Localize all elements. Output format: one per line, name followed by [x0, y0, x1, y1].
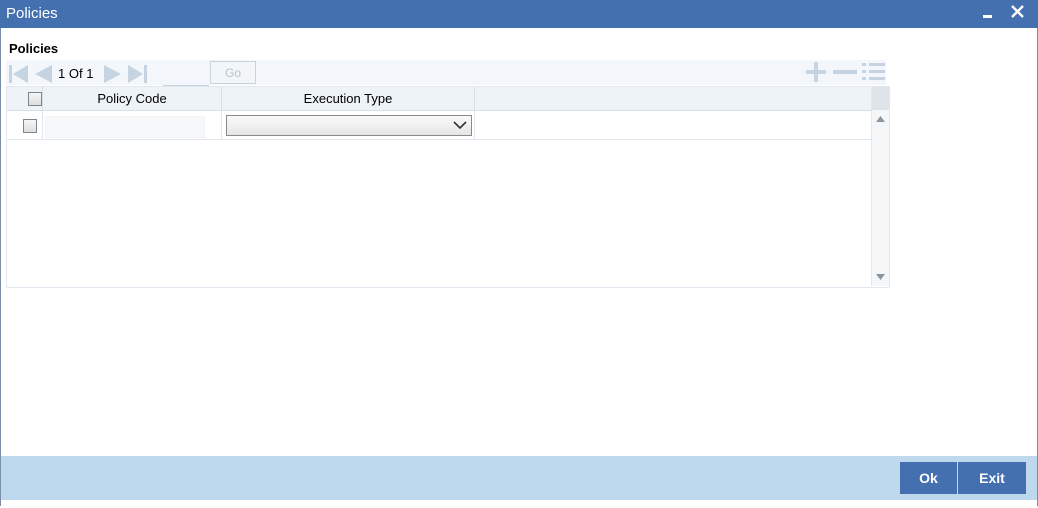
- current-page: 1: [58, 66, 66, 81]
- grid-header: Policy Code Execution Type: [7, 87, 871, 111]
- scroll-up-icon[interactable]: [876, 116, 885, 122]
- execution-type-select[interactable]: [226, 115, 472, 136]
- row-checkbox[interactable]: [23, 119, 37, 133]
- footer-bar: [1, 456, 1037, 500]
- go-button[interactable]: Go: [210, 61, 256, 84]
- title-bar: Policies: [0, 0, 1038, 28]
- policies-grid: Policy Code Execution Type: [6, 86, 890, 288]
- window-title: Policies: [6, 5, 58, 22]
- first-page-icon[interactable]: [8, 64, 30, 84]
- minus-icon[interactable]: [832, 62, 858, 82]
- scrollbar-top-block: [872, 87, 889, 110]
- chevron-down-icon: [453, 121, 467, 130]
- select-all-checkbox[interactable]: [28, 92, 42, 106]
- last-page-icon[interactable]: [126, 64, 148, 84]
- header-select-cell: [7, 87, 43, 110]
- table-row: [7, 111, 871, 140]
- page-indicator: 1 Of 1: [58, 66, 93, 81]
- minimize-icon[interactable]: [978, 3, 998, 23]
- scroll-down-icon[interactable]: [876, 274, 885, 280]
- list-view-icon[interactable]: [862, 62, 886, 82]
- close-icon[interactable]: [1008, 3, 1028, 23]
- column-header-policy-code[interactable]: Policy Code: [43, 87, 222, 110]
- total-pages: 1: [86, 66, 94, 81]
- plus-icon[interactable]: [804, 62, 828, 82]
- column-header-execution-type[interactable]: Execution Type: [222, 87, 475, 110]
- goto-page-input[interactable]: [163, 64, 209, 86]
- previous-page-icon[interactable]: [32, 64, 54, 84]
- exit-button[interactable]: Exit: [958, 462, 1026, 494]
- of-label: Of: [68, 66, 83, 81]
- vertical-scrollbar[interactable]: [871, 87, 889, 286]
- policy-code-input[interactable]: [45, 116, 205, 138]
- ok-button[interactable]: Ok: [900, 462, 957, 494]
- section-title: Policies: [9, 41, 59, 56]
- next-page-icon[interactable]: [102, 64, 124, 84]
- row-select-cell: [7, 111, 43, 139]
